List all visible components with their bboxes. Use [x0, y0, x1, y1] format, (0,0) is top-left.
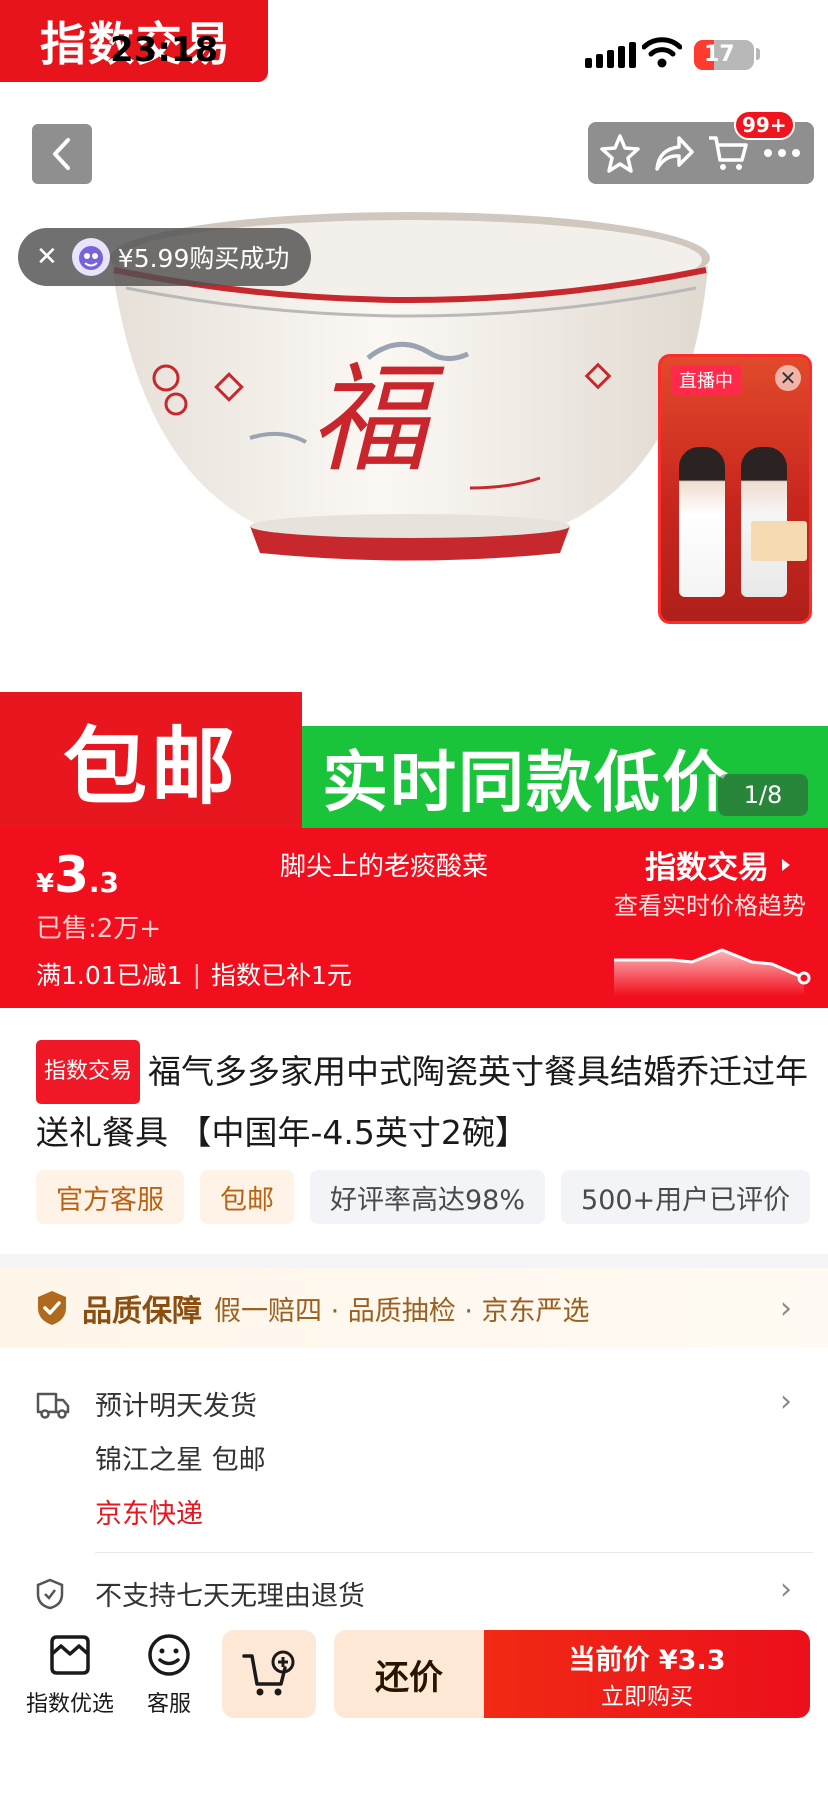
status-time: 23:18: [110, 30, 219, 70]
chip-review-count[interactable]: 500+用户已评价: [561, 1170, 811, 1224]
chevron-left-icon: [53, 138, 70, 170]
cellular-signal-icon: [585, 40, 636, 68]
discount-full-reduction: 满1.01已减1: [36, 961, 183, 990]
product-title: 指数交易 福气多多家用中式陶瓷英寸餐具结婚乔迁过年送礼餐具 【中国年-4.5英寸2…: [36, 1040, 812, 1162]
quality-title: 品质保障: [82, 1294, 202, 1329]
index-trade-link[interactable]: 指数交易: [645, 842, 795, 887]
truck-icon: [36, 1392, 70, 1419]
product-gallery[interactable]: 福 99+ ✕ ¥5.99购买成功 直播中 ✕: [0, 90, 828, 692]
current-price: ¥ 3 .3: [36, 846, 120, 904]
service-chips: 官方客服 包邮 好评率高达98% 500+用户已评价: [36, 1170, 811, 1224]
price-trend-sparkline[interactable]: [612, 946, 812, 996]
tab-customer-service[interactable]: 客服: [146, 1632, 192, 1718]
status-bar: 指数交易 23:18 17: [0, 0, 828, 90]
cart-add-icon: [242, 1650, 295, 1696]
quality-guarantee-row[interactable]: 品质保障 假一赔四 · 品质抽检 · 京东严选 ›: [0, 1268, 828, 1348]
shipping-row[interactable]: 预计明天发货 锦江之星 包邮 京东快递 ›: [0, 1368, 828, 1553]
battery-icon: 17: [694, 40, 754, 70]
add-to-cart-button[interactable]: [222, 1630, 316, 1718]
smile-icon: [148, 1634, 190, 1676]
close-icon[interactable]: ✕: [775, 365, 801, 391]
toast-text: ¥5.99购买成功: [117, 244, 290, 273]
buy-now-button[interactable]: 当前价 ¥3.3 立即购买: [484, 1630, 810, 1718]
live-desk: [751, 521, 807, 561]
return-policy-text: 不支持七天无理由退货: [95, 1581, 365, 1612]
close-icon[interactable]: ✕: [36, 242, 58, 272]
chip-good-rate[interactable]: 好评率高达98%: [310, 1170, 546, 1224]
store-icon: [50, 1635, 90, 1675]
row-divider: [95, 1552, 813, 1553]
bottom-action-bar: 指数优选 客服 还价 当前价 ¥3.3 立即购买: [0, 1620, 828, 1795]
live-host-1: [679, 447, 725, 597]
free-shipping-banner: 包邮: [0, 692, 302, 828]
battery-level: 17: [704, 42, 735, 67]
share-icon[interactable]: [653, 133, 695, 173]
section-divider: [0, 1254, 828, 1268]
discount-subsidy: 指数已补1元: [211, 961, 352, 990]
wifi-icon: [642, 37, 682, 68]
chip-official-service[interactable]: 官方客服: [36, 1170, 184, 1224]
product-title-block: 指数交易 福气多多家用中式陶瓷英寸餐具结婚乔迁过年送礼餐具 【中国年-4.5英寸2…: [36, 1040, 812, 1162]
bargain-button[interactable]: 还价: [334, 1630, 484, 1718]
shield-icon: [36, 1578, 64, 1610]
index-trade-tag: 指数交易: [36, 1040, 141, 1104]
chip-free-shipping[interactable]: 包邮: [200, 1170, 294, 1224]
svg-text:福: 福: [310, 355, 445, 486]
price-bar: ¥ 3 .3 脚尖上的老痰酸菜 已售:2万+ 满1.01已减1 | 指数已补1元…: [0, 828, 828, 1008]
star-icon[interactable]: [600, 133, 640, 173]
chevron-right-icon: ›: [780, 1572, 792, 1607]
shipping-origin: 锦江之星 包邮: [95, 1445, 266, 1476]
shipping-eta: 预计明天发货: [95, 1391, 257, 1422]
back-button[interactable]: [32, 124, 92, 184]
chevron-right-icon: ›: [780, 1384, 792, 1419]
tab-home[interactable]: 指数优选: [26, 1632, 114, 1718]
sold-count: 已售:2万+: [36, 914, 162, 944]
purchase-toast: ✕ ¥5.99购买成功: [18, 228, 311, 286]
more-icon[interactable]: [762, 147, 802, 159]
discount-info: 满1.01已减1 | 指数已补1元: [36, 956, 352, 992]
quality-description: 假一赔四 · 品质抽检 · 京东严选: [214, 1295, 590, 1327]
return-policy-row[interactable]: 不支持七天无理由退货 ›: [0, 1564, 828, 1620]
live-stream-card[interactable]: 直播中 ✕: [658, 354, 812, 624]
shield-check-icon: [38, 1291, 66, 1325]
chevron-right-icon: ›: [780, 1290, 792, 1326]
buy-current-price: 当前价 ¥3.3: [568, 1644, 726, 1676]
live-tag: 直播中: [671, 365, 741, 395]
price-trend-link[interactable]: 查看实时价格趋势: [614, 886, 806, 921]
shop-name[interactable]: 脚尖上的老痰酸菜: [280, 846, 488, 883]
buy-now-label: 立即购买: [601, 1683, 693, 1710]
discount-separator: |: [192, 959, 202, 989]
cart-count-badge: 99+: [734, 110, 795, 140]
image-page-counter: 1/8: [718, 774, 808, 816]
avatar: [71, 238, 110, 276]
shipping-express: 京东快递: [95, 1499, 203, 1530]
caret-right-icon: [782, 858, 790, 871]
promo-banner: 包邮 实时同款低价 1/8: [0, 692, 828, 828]
